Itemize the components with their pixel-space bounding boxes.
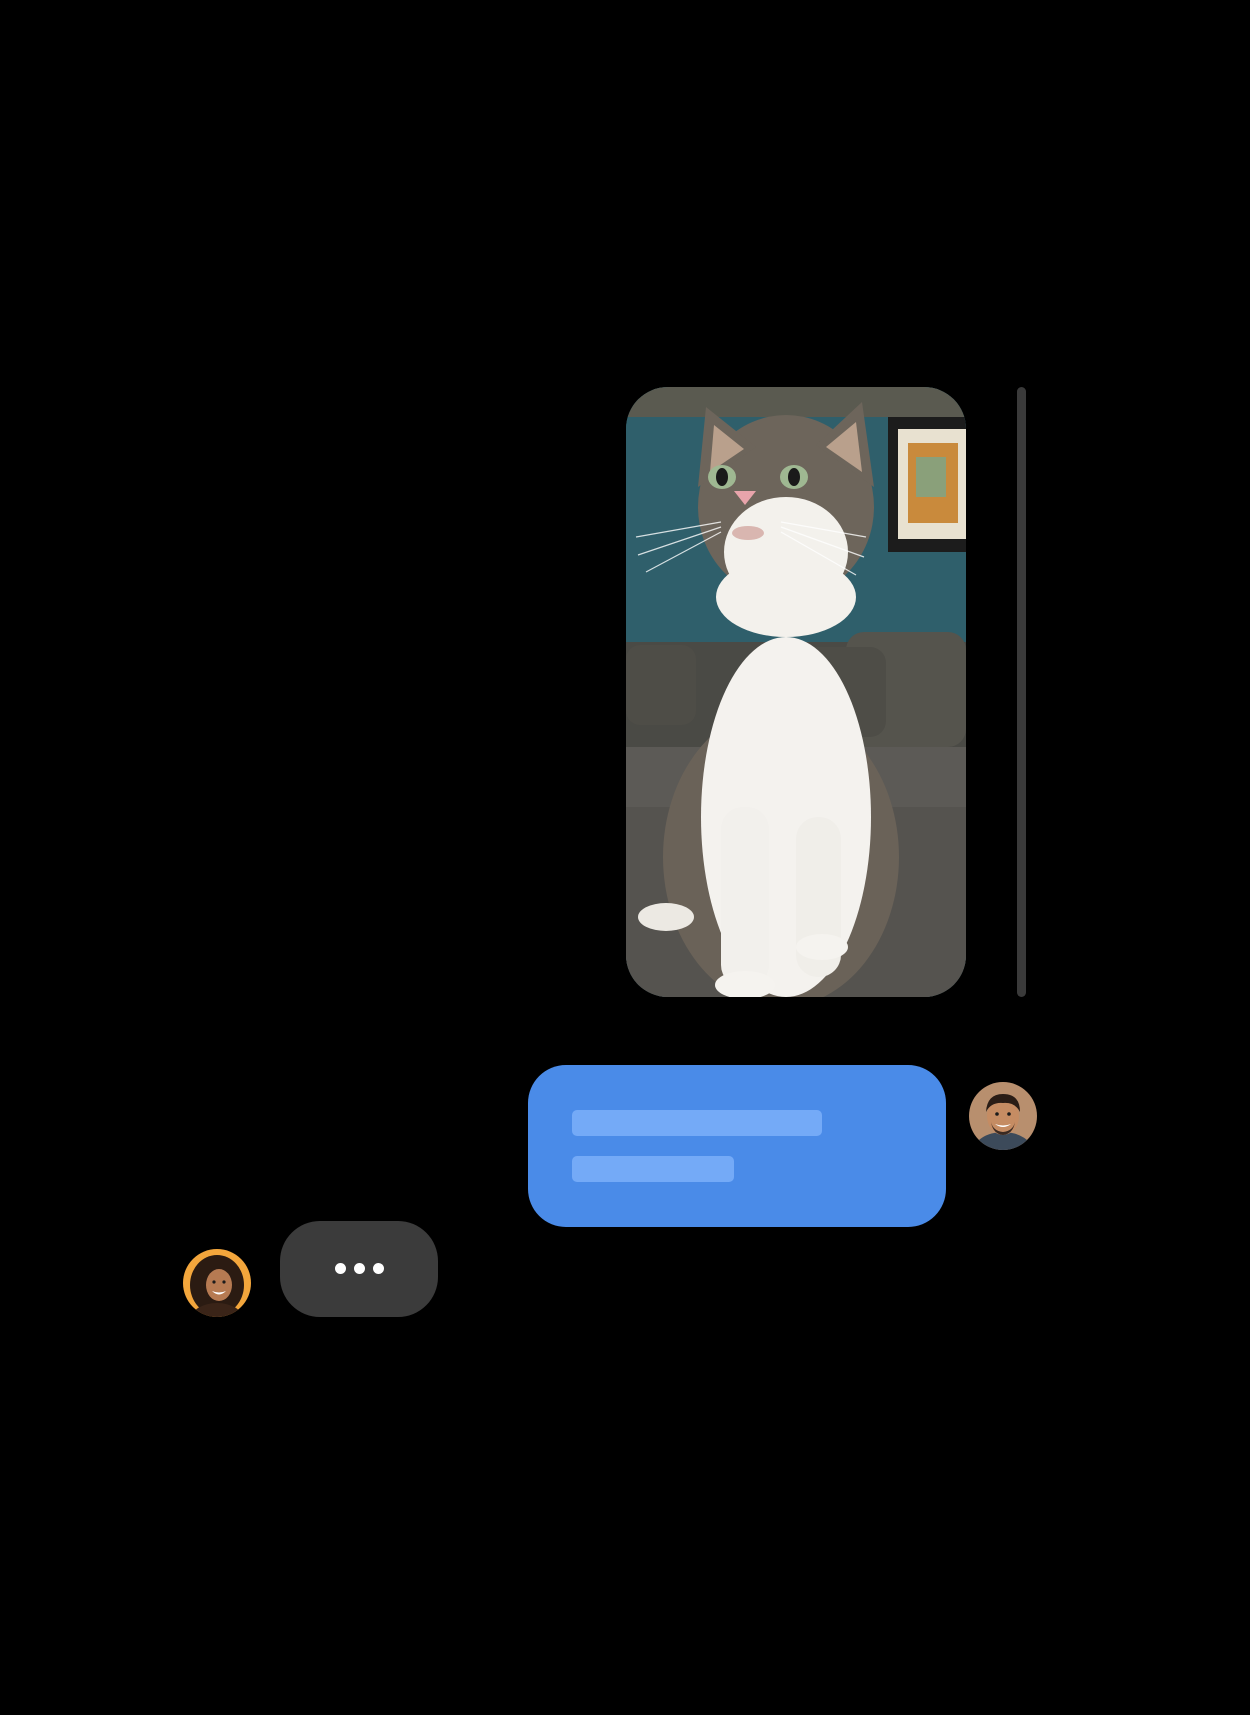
chat-canvas xyxy=(0,0,1250,1715)
cat-photo-message[interactable] xyxy=(626,387,966,997)
placeholder-text-line xyxy=(572,1156,734,1182)
typing-dots xyxy=(335,1263,384,1275)
typing-dot xyxy=(373,1263,384,1274)
woman-avatar-icon[interactable] xyxy=(183,1249,251,1317)
typing-dot xyxy=(354,1263,365,1274)
cat-photo xyxy=(626,387,966,997)
vertical-scroll-track[interactable] xyxy=(1017,387,1026,997)
typing-dot xyxy=(335,1263,346,1274)
typing-indicator-bubble xyxy=(280,1221,438,1317)
man-avatar-icon[interactable] xyxy=(969,1082,1037,1150)
placeholder-text-line xyxy=(572,1110,822,1136)
outgoing-message-bubble[interactable] xyxy=(528,1065,946,1227)
